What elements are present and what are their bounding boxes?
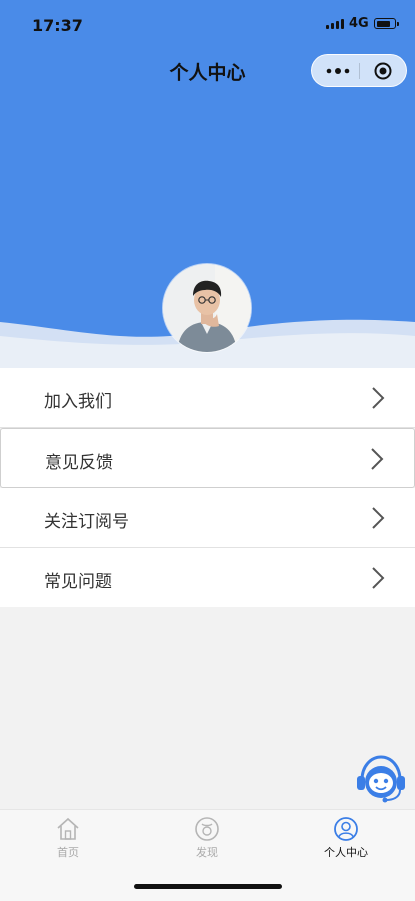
home-icon (57, 817, 79, 840)
status-time: 17:37 (32, 16, 83, 35)
network-type: 4G (349, 16, 369, 31)
menu-list: 加入我们 意见反馈 关注订阅号 常见问题 (0, 368, 415, 608)
discover-icon (195, 817, 219, 841)
customer-service-icon[interactable] (354, 752, 408, 806)
chevron-right-icon (372, 507, 385, 529)
tab-profile[interactable]: 个人中心 (286, 816, 406, 860)
chevron-right-icon (371, 448, 384, 470)
tab-label: 发现 (196, 846, 218, 859)
menu-item-label: 加入我们 (44, 392, 112, 412)
miniprogram-capsule (311, 54, 407, 87)
chevron-right-icon (372, 387, 385, 409)
tab-label: 个人中心 (324, 846, 368, 859)
avatar-photo (163, 264, 251, 352)
home-indicator (134, 884, 282, 889)
menu-item-follow-account[interactable]: 关注订阅号 (0, 488, 415, 548)
signal-icon (326, 19, 344, 29)
capsule-divider (359, 63, 360, 79)
tab-discover[interactable]: 发现 (147, 816, 267, 860)
menu-item-label: 意见反馈 (45, 453, 113, 473)
user-icon (334, 817, 358, 841)
menu-item-join-us[interactable]: 加入我们 (0, 368, 415, 428)
status-bar: 17:37 4G (0, 0, 415, 50)
avatar[interactable] (163, 264, 251, 352)
profile-header: 17:37 4G 个人中心 (0, 0, 415, 368)
tab-home[interactable]: 首页 (8, 816, 128, 860)
menu-item-label: 关注订阅号 (44, 512, 129, 532)
battery-icon (374, 18, 399, 29)
menu-item-faq[interactable]: 常见问题 (0, 548, 415, 608)
menu-item-label: 常见问题 (44, 572, 112, 592)
menu-item-feedback[interactable]: 意见反馈 (0, 428, 415, 488)
tab-label: 首页 (57, 846, 79, 859)
more-options-icon[interactable] (326, 65, 350, 77)
empty-area (0, 607, 415, 809)
chevron-right-icon (372, 567, 385, 589)
close-miniprogram-icon[interactable] (374, 62, 392, 80)
